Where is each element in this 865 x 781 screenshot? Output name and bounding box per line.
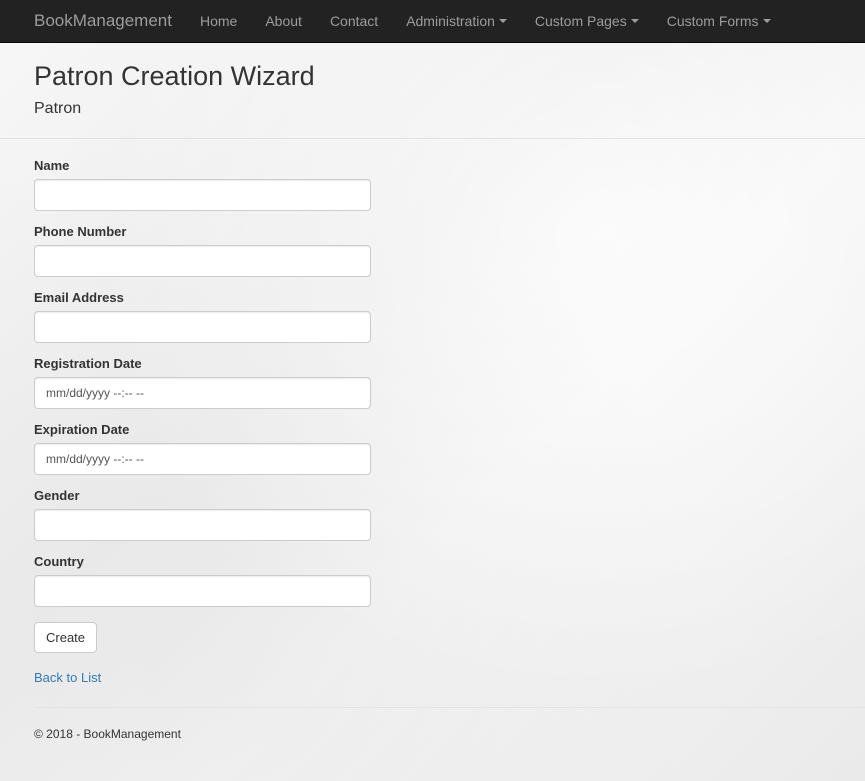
back-to-list-link[interactable]: Back to List	[34, 670, 101, 685]
phone-label: Phone Number	[34, 224, 127, 239]
name-group: Name	[34, 158, 831, 211]
country-label: Country	[34, 554, 84, 569]
caret-down-icon	[630, 19, 639, 23]
email-label: Email Address	[34, 290, 124, 305]
nav-administration-label: Administration	[406, 13, 495, 29]
nav-about[interactable]: About	[265, 13, 302, 29]
expiration-date-input[interactable]	[34, 443, 371, 475]
registration-date-label: Registration Date	[34, 356, 142, 371]
gender-group: Gender	[34, 488, 831, 541]
nav-custom-forms-dropdown[interactable]: Custom Forms	[667, 13, 771, 29]
nav-about-label: About	[265, 13, 302, 29]
gender-label: Gender	[34, 488, 80, 503]
caret-down-icon	[498, 19, 507, 23]
page-title: Patron Creation Wizard	[34, 61, 315, 91]
email-group: Email Address	[34, 290, 831, 343]
nav-contact-label: Contact	[329, 13, 379, 29]
expiration-date-group: Expiration Date	[34, 422, 831, 475]
nav-home-label: Home	[199, 13, 238, 29]
create-button[interactable]: Create	[34, 622, 98, 653]
header-divider	[0, 138, 865, 139]
nav-administration-dropdown[interactable]: Administration	[406, 13, 507, 29]
nav-contact[interactable]: Contact	[330, 13, 378, 29]
nav-custom-pages-label: Custom Pages	[534, 13, 627, 29]
nav-home[interactable]: Home	[200, 13, 237, 29]
nav-custom-forms-label: Custom Forms	[666, 13, 759, 29]
expiration-date-label: Expiration Date	[34, 422, 130, 437]
country-group: Country	[34, 554, 831, 607]
registration-date-input[interactable]	[34, 377, 371, 409]
phone-group: Phone Number	[34, 224, 831, 277]
main-container: Patron Creation Wizard Patron Name Phone…	[0, 60, 865, 741]
gender-input[interactable]	[34, 509, 371, 541]
name-input[interactable]	[34, 179, 371, 211]
page-subtitle: Patron	[34, 100, 82, 117]
nav-custom-pages-dropdown[interactable]: Custom Pages	[535, 13, 639, 29]
caret-down-icon	[762, 19, 771, 23]
footer-divider	[34, 707, 865, 708]
name-label: Name	[34, 158, 70, 173]
top-navbar: BookManagement Home About Contact Admini…	[0, 0, 865, 43]
email-input[interactable]	[34, 311, 371, 343]
registration-date-group: Registration Date	[34, 356, 831, 409]
phone-input[interactable]	[34, 245, 371, 277]
patron-form: Name Phone Number Email Address Registra…	[34, 158, 831, 653]
brand-link[interactable]: BookManagement	[34, 11, 172, 31]
footer-copyright: © 2018 - BookManagement	[34, 727, 181, 741]
country-input[interactable]	[34, 575, 371, 607]
